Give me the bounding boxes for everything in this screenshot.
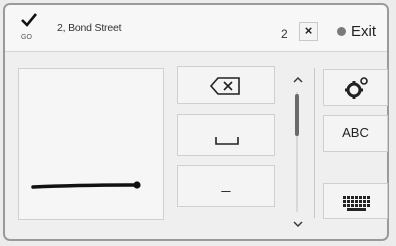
- chevron-down-icon[interactable]: [293, 220, 303, 228]
- handwritten-stroke: [31, 181, 141, 189]
- circle-icon: [337, 27, 346, 36]
- keyboard-icon: [343, 196, 370, 211]
- space-icon: [215, 137, 239, 145]
- entered-text: 2: [281, 27, 288, 41]
- abc-key[interactable]: ABC: [323, 115, 388, 152]
- handwriting-pad[interactable]: [18, 68, 164, 220]
- scrollbar[interactable]: [290, 76, 304, 234]
- go-button[interactable]: GO: [13, 10, 41, 46]
- underscore-label: _: [221, 176, 231, 193]
- divider: [314, 68, 315, 218]
- clear-button[interactable]: ×: [299, 22, 318, 41]
- space-key[interactable]: [177, 114, 275, 156]
- exit-button[interactable]: Exit: [333, 21, 385, 43]
- underscore-key[interactable]: _: [177, 165, 275, 207]
- gear-icon: [345, 77, 368, 99]
- backspace-key[interactable]: [177, 66, 275, 104]
- scroll-thumb[interactable]: [295, 94, 299, 136]
- go-label: GO: [21, 34, 32, 41]
- top-bar: GO 2, Bond Street 2 × Exit: [5, 5, 387, 52]
- chevron-up-icon[interactable]: [293, 76, 303, 84]
- settings-key[interactable]: [323, 69, 388, 106]
- backspace-icon: [209, 77, 240, 95]
- keyboard-key[interactable]: [323, 183, 388, 219]
- abc-label: ABC: [342, 125, 369, 140]
- check-icon: [21, 13, 37, 27]
- address-input[interactable]: 2, Bond Street: [57, 22, 122, 34]
- exit-label: Exit: [351, 23, 377, 40]
